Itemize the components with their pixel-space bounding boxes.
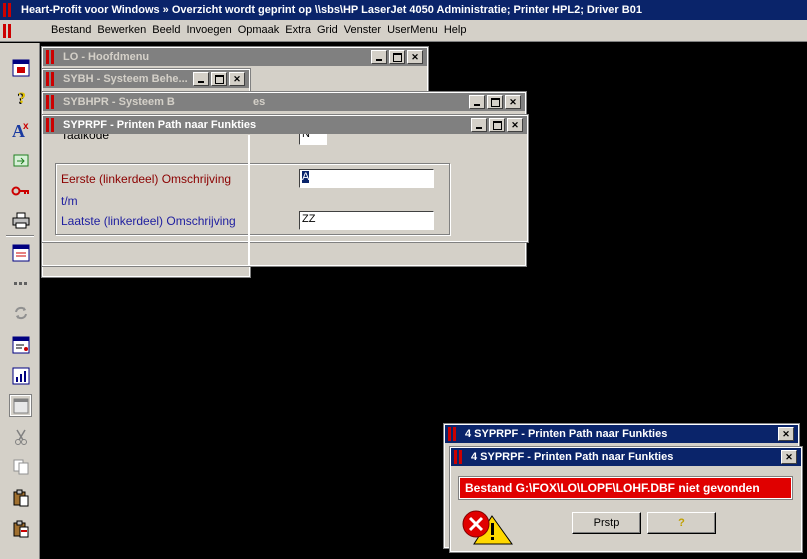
eerste-label: Eerste (linkerdeel) Omschrijving: [61, 172, 232, 186]
taalkode-label: Taalkode: [61, 134, 110, 142]
lo-title: LO - Hoofdmenu: [63, 51, 150, 63]
sybhpr-logo-icon[interactable]: [46, 95, 58, 109]
dialog-front-logo-icon[interactable]: [454, 450, 466, 464]
frame-icon[interactable]: [10, 57, 31, 78]
menu-opmaak[interactable]: Opmaak: [235, 23, 283, 37]
window-edge: [248, 135, 250, 265]
sybhpr-close-button[interactable]: [505, 95, 521, 109]
menu-beeld[interactable]: Beeld: [149, 23, 183, 37]
laatste-label: Laatste (linkerdeel) Omschrijving: [61, 214, 236, 228]
paste-icon[interactable]: [10, 487, 31, 508]
vertical-toolbar: ?? Ax: [0, 43, 40, 559]
paste-special-icon[interactable]: [10, 518, 31, 539]
mdi-logo-icon[interactable]: [3, 24, 17, 38]
syprpf-minimize-button[interactable]: [471, 118, 487, 132]
dialog-back-close-button[interactable]: [778, 427, 794, 441]
lo-close-button[interactable]: [407, 50, 423, 64]
menu-extra[interactable]: Extra: [282, 23, 314, 37]
svg-text:?: ?: [18, 90, 26, 107]
dialog-back-title: 4 SYPRPF - Printen Path naar Funkties: [465, 428, 668, 440]
menu-help[interactable]: Help: [441, 23, 470, 37]
sybhpr-title-bar[interactable]: SYBHPR - Systeem B es: [43, 93, 525, 111]
sybh-logo-icon[interactable]: [46, 72, 58, 86]
key-icon[interactable]: [10, 180, 31, 201]
window-syprpf[interactable]: SYPRPF - Printen Path naar Funkties Taal…: [41, 114, 529, 243]
help-icon[interactable]: ??: [10, 87, 31, 108]
menu-bewerken[interactable]: Bewerken: [94, 23, 149, 37]
syprpf-title: SYPRPF - Printen Path naar Funkties: [63, 119, 257, 131]
error-message-text: Bestand G:\FOX\LO\LOPF\LOHF.DBF niet gev…: [465, 481, 760, 495]
menu-invoegen[interactable]: Invoegen: [183, 23, 234, 37]
menu-grid[interactable]: Grid: [314, 23, 341, 37]
app-logo-icon[interactable]: [3, 3, 17, 17]
eerste-field[interactable]: A: [299, 169, 434, 188]
edit-form-icon[interactable]: [10, 334, 31, 355]
dialog-front-close-button[interactable]: [781, 450, 797, 464]
error-icon: [462, 510, 514, 549]
app-title: Heart-Profit voor Windows » Overzicht wo…: [21, 4, 642, 16]
syprpf-maximize-button[interactable]: [489, 118, 505, 132]
sybhpr-title-tail: es: [253, 96, 266, 108]
sybh-close-button[interactable]: [229, 72, 245, 86]
dots-icon[interactable]: [10, 272, 31, 293]
menu-bestand[interactable]: Bestand: [48, 23, 94, 37]
tm-label: t/m: [61, 194, 78, 208]
svg-text:x: x: [23, 121, 29, 132]
dialog-back-title-bar[interactable]: 4 SYPRPF - Printen Path naar Funkties: [445, 425, 798, 443]
sybhpr-maximize-button[interactable]: [487, 95, 503, 109]
prstp-button[interactable]: Prstp: [572, 512, 641, 534]
lo-logo-icon[interactable]: [46, 50, 58, 64]
partial-row: Taalkode N: [43, 134, 527, 146]
dialog-front-title: 4 SYPRPF - Printen Path naar Funkties: [471, 451, 674, 463]
laatste-field[interactable]: ZZ: [299, 211, 434, 230]
dialog-front[interactable]: 4 SYPRPF - Printen Path naar Funkties Be…: [449, 446, 803, 553]
font-icon[interactable]: Ax: [10, 119, 31, 140]
app-title-bar[interactable]: Heart-Profit voor Windows » Overzicht wo…: [0, 0, 807, 20]
syprpf-title-bar[interactable]: SYPRPF - Printen Path naar Funkties: [43, 116, 527, 134]
scissors-icon[interactable]: [10, 426, 31, 447]
dialog-back-logo-icon[interactable]: [448, 427, 460, 441]
sybh-minimize-button[interactable]: [193, 72, 209, 86]
taalkode-field[interactable]: N: [299, 134, 327, 145]
lo-minimize-button[interactable]: [371, 50, 387, 64]
chart-icon[interactable]: [10, 365, 31, 386]
menu-bar: Bestand Bewerken Beeld Invoegen Opmaak E…: [0, 20, 807, 42]
refresh-icon[interactable]: [10, 302, 31, 323]
sybh-maximize-button[interactable]: [211, 72, 227, 86]
window-icon[interactable]: [9, 394, 32, 417]
sybhpr-minimize-button[interactable]: [469, 95, 485, 109]
lo-maximize-button[interactable]: [389, 50, 405, 64]
copy-icon[interactable]: [10, 456, 31, 477]
printer-icon[interactable]: [10, 210, 31, 231]
syprpf-logo-icon[interactable]: [46, 118, 58, 132]
sybhpr-title: SYBHPR - Systeem B: [63, 96, 175, 108]
sybh-title-bar[interactable]: SYBH - Systeem Behe...: [43, 70, 249, 88]
syprpf-close-button[interactable]: [507, 118, 523, 132]
dialog-front-title-bar[interactable]: 4 SYPRPF - Printen Path naar Funkties: [451, 448, 801, 466]
sybh-title: SYBH - Systeem Behe...: [63, 73, 188, 85]
menu-venster[interactable]: Venster: [341, 23, 384, 37]
help-button[interactable]: ?: [647, 512, 716, 534]
form-icon[interactable]: [10, 242, 31, 263]
error-message: Bestand G:\FOX\LO\LOPF\LOHF.DBF niet gev…: [458, 476, 793, 500]
move-icon[interactable]: [10, 149, 31, 170]
eerste-value: A: [302, 171, 310, 183]
lo-title-bar[interactable]: LO - Hoofdmenu: [43, 48, 427, 66]
menu-usermenu[interactable]: UserMenu: [384, 23, 441, 37]
